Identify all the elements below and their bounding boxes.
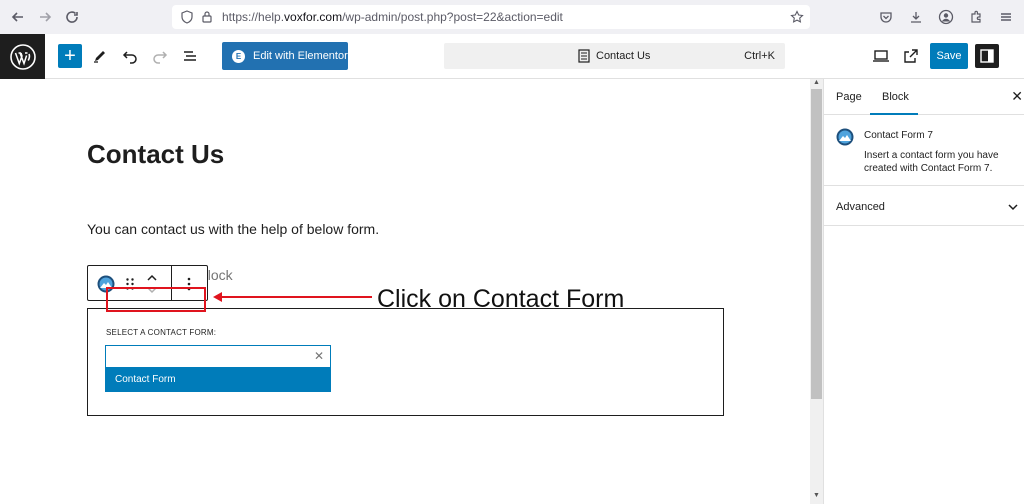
contact-form-option[interactable]: Contact Form <box>105 367 331 392</box>
redo-icon[interactable] <box>148 44 172 68</box>
browser-extension-icons <box>876 0 1016 34</box>
clear-icon[interactable]: ✕ <box>314 349 324 363</box>
address-bar[interactable]: https://help.voxfor.com/wp-admin/post.ph… <box>172 5 810 29</box>
editor-header: + E Edit with Elementor Contact Us Ctrl+… <box>0 34 1024 79</box>
settings-sidebar-toggle-icon[interactable] <box>975 44 999 68</box>
command-bar-title: Contact Us <box>596 50 651 62</box>
elementor-button-label: Edit with Elementor <box>253 50 348 62</box>
close-icon[interactable]: ✕ <box>1011 88 1023 105</box>
url-host: voxfor.com <box>284 10 343 24</box>
page-document-icon <box>578 49 590 66</box>
undo-icon[interactable] <box>118 44 142 68</box>
url-text: https://help.voxfor.com/wp-admin/post.ph… <box>222 10 563 24</box>
edit-with-elementor-button[interactable]: E Edit with Elementor <box>222 42 348 70</box>
preview-device-icon[interactable] <box>869 44 893 68</box>
block-card: Contact Form 7 Insert a contact form you… <box>824 116 1024 186</box>
scrollbar-thumb[interactable] <box>811 89 822 399</box>
advanced-panel-toggle[interactable]: Advanced <box>824 186 1024 226</box>
settings-sidebar: Page Block ✕ Contact Form 7 Insert a con… <box>823 79 1024 504</box>
wordpress-logo-icon[interactable] <box>0 34 45 79</box>
scroll-down-icon[interactable]: ▼ <box>810 492 823 502</box>
extensions-icon[interactable] <box>966 7 986 27</box>
chevron-down-icon <box>1007 199 1019 217</box>
block-card-description: Insert a contact form you have created w… <box>864 150 999 174</box>
paragraph-block[interactable]: You can contact us with the help of belo… <box>87 221 379 237</box>
contact-form-7-icon <box>836 128 854 146</box>
command-palette-bar[interactable]: Contact Us Ctrl+K <box>444 43 785 69</box>
annotation-text: Click on Contact Form <box>377 285 625 313</box>
url-path: /wp-admin/post.php?post=22&action=edit <box>342 10 563 24</box>
bookmark-star-icon[interactable] <box>790 10 804 27</box>
annotation-highlight-box <box>106 287 206 312</box>
canvas-scrollbar[interactable]: ▲ ▼ <box>810 79 823 504</box>
lock-icon <box>200 10 214 24</box>
sidebar-tabs: Page Block ✕ <box>824 79 1024 115</box>
contact-form-option-label: Contact Form <box>115 374 176 385</box>
reload-icon[interactable] <box>58 3 86 31</box>
scroll-up-icon[interactable]: ▲ <box>810 79 823 89</box>
browser-toolbar: https://help.voxfor.com/wp-admin/post.ph… <box>0 0 1024 34</box>
url-prefix: https://help. <box>222 10 285 24</box>
menu-icon[interactable] <box>996 7 1016 27</box>
page-title[interactable]: Contact Us <box>87 139 224 170</box>
shield-icon <box>180 10 194 24</box>
elementor-icon: E <box>232 49 245 63</box>
contact-form-block[interactable]: SELECT A CONTACT FORM: ✕ Contact Form <box>87 308 724 416</box>
add-block-button[interactable]: + <box>58 44 82 68</box>
document-overview-icon[interactable] <box>178 44 202 68</box>
account-icon[interactable] <box>936 7 956 27</box>
back-icon[interactable] <box>4 3 32 31</box>
tools-pencil-icon[interactable] <box>88 44 112 68</box>
tab-block[interactable]: Block <box>882 91 909 103</box>
advanced-label: Advanced <box>836 201 885 213</box>
view-post-external-icon[interactable] <box>899 44 923 68</box>
active-tab-indicator <box>870 113 918 115</box>
pocket-icon[interactable] <box>876 7 896 27</box>
tab-page[interactable]: Page <box>836 91 862 103</box>
block-card-title: Contact Form 7 <box>864 130 933 141</box>
save-button[interactable]: Save <box>930 43 968 69</box>
forward-icon[interactable] <box>31 3 59 31</box>
select-contact-form-label: SELECT A CONTACT FORM: <box>106 328 217 337</box>
contact-form-search-input[interactable]: ✕ <box>105 345 331 368</box>
command-bar-shortcut: Ctrl+K <box>744 50 775 62</box>
download-icon[interactable] <box>906 7 926 27</box>
annotation-arrow-icon <box>213 292 372 302</box>
